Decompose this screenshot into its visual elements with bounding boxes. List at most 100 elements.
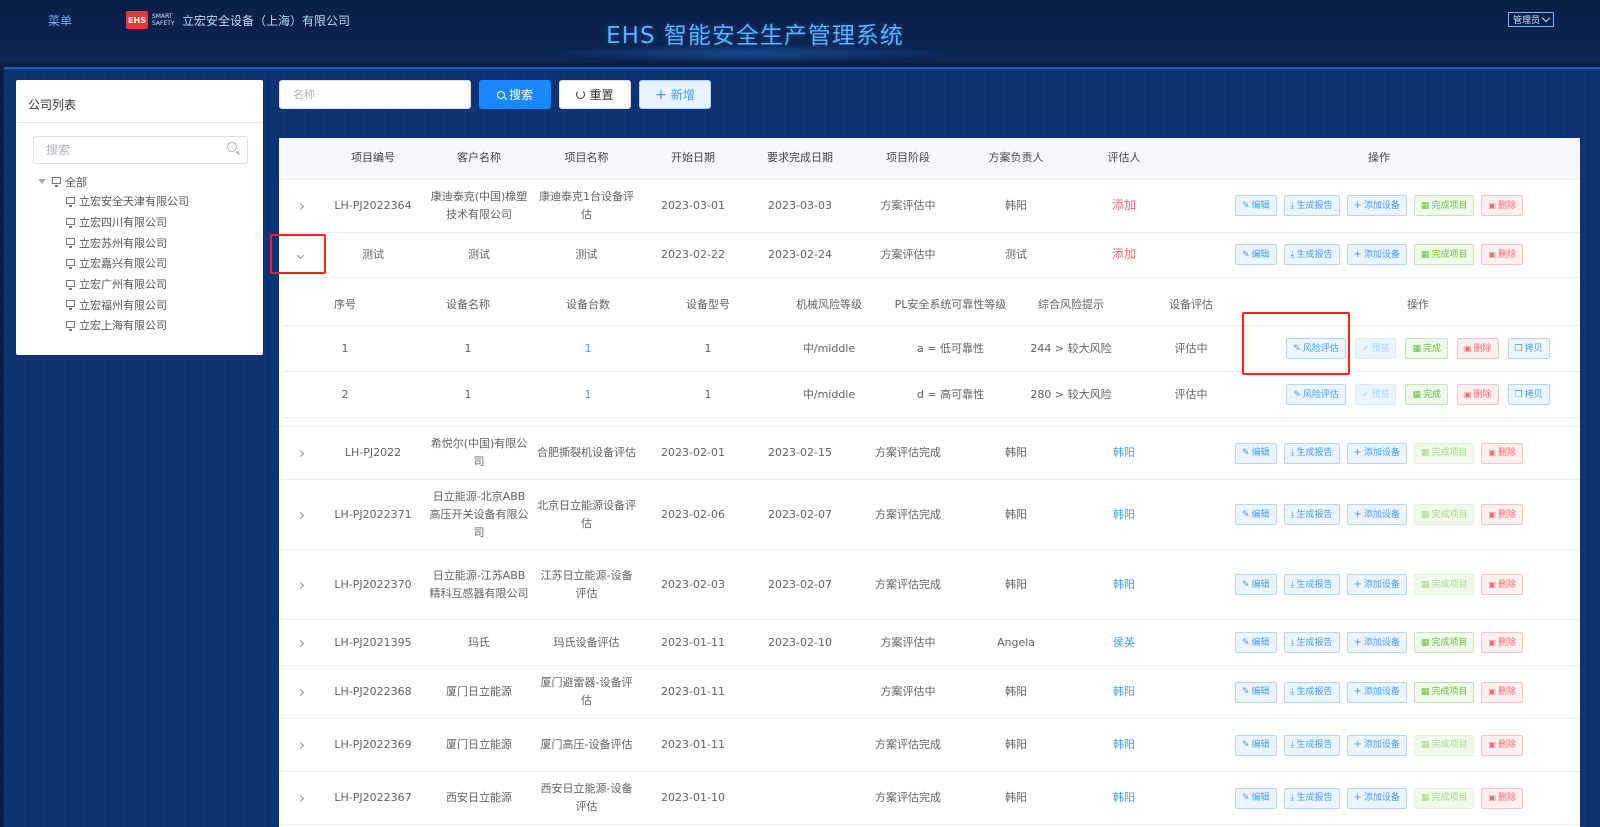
generate-report-button[interactable]: 生成报告 bbox=[1283, 504, 1340, 525]
assessor-link[interactable]: 添加 bbox=[1112, 247, 1136, 261]
device-count-link[interactable]: 1 bbox=[585, 342, 592, 355]
generate-report-button[interactable]: 生成报告 bbox=[1283, 787, 1340, 809]
done-button[interactable]: 完成 bbox=[1405, 338, 1448, 359]
row-expand-toggle[interactable] bbox=[279, 179, 321, 233]
tree-item-company[interactable]: 立宏福州有限公司 bbox=[66, 294, 189, 315]
name-search-input[interactable] bbox=[279, 80, 471, 109]
generate-report-button[interactable]: 生成报告 bbox=[1283, 681, 1340, 703]
edit-button[interactable]: 编辑 bbox=[1234, 734, 1277, 756]
tree-item-company[interactable]: 立宏苏州有限公司 bbox=[66, 232, 189, 253]
tree-item-company[interactable]: 立宏广州有限公司 bbox=[66, 274, 189, 295]
add-device-button[interactable]: 添加设备 bbox=[1346, 681, 1407, 703]
search-button[interactable]: 搜索 bbox=[479, 80, 551, 109]
edit-button[interactable]: 编辑 bbox=[1234, 681, 1277, 703]
risk-assessment-button[interactable]: 风险评估 bbox=[1286, 384, 1346, 405]
assessor-link[interactable]: 韩阳 bbox=[1113, 508, 1135, 521]
complete-project-button[interactable]: 完成项目 bbox=[1413, 734, 1475, 756]
tree-item-company[interactable]: 立宏上海有限公司 bbox=[66, 315, 189, 336]
copy-button[interactable]: 拷贝 bbox=[1507, 384, 1550, 405]
add-button[interactable]: + 新增 bbox=[639, 80, 711, 109]
add-device-button[interactable]: 添加设备 bbox=[1346, 442, 1407, 464]
edit-button[interactable]: 编辑 bbox=[1234, 244, 1277, 265]
risk-assessment-button[interactable]: 风险评估 bbox=[1286, 338, 1346, 359]
edit-button[interactable]: 编辑 bbox=[1234, 195, 1277, 216]
company-search-input[interactable] bbox=[33, 136, 248, 164]
add-device-button[interactable]: 添加设备 bbox=[1346, 632, 1407, 653]
row-expand-toggle[interactable] bbox=[279, 426, 321, 480]
preview-button[interactable]: 预览 bbox=[1354, 338, 1397, 359]
complete-project-button[interactable]: 完成项目 bbox=[1413, 504, 1475, 525]
row-expand-toggle[interactable] bbox=[279, 665, 321, 719]
edit-button-label: 编辑 bbox=[1251, 637, 1270, 648]
delete-button[interactable]: 删除 bbox=[1481, 632, 1524, 653]
delete-button[interactable]: 删除 bbox=[1481, 442, 1524, 464]
assessor-link[interactable]: 韩阳 bbox=[1113, 578, 1135, 591]
complete-project-button[interactable]: 完成项目 bbox=[1413, 195, 1475, 216]
edit-button[interactable]: 编辑 bbox=[1234, 574, 1277, 595]
delete-button[interactable]: 删除 bbox=[1481, 734, 1524, 756]
tree-item-company[interactable]: 立宏嘉兴有限公司 bbox=[66, 253, 189, 274]
delete-button[interactable]: 删除 bbox=[1481, 574, 1524, 595]
add-device-button[interactable]: 添加设备 bbox=[1346, 504, 1407, 525]
row-expand-toggle[interactable] bbox=[279, 771, 321, 825]
tree-root[interactable]: 全部 bbox=[38, 172, 189, 191]
edit-button[interactable]: 编辑 bbox=[1234, 632, 1277, 653]
done-button[interactable]: 完成 bbox=[1405, 384, 1448, 405]
tree-item-company[interactable]: 立宏安全天津有限公司 bbox=[66, 191, 189, 212]
assessor-link[interactable]: 韩阳 bbox=[1113, 791, 1135, 804]
assessor-link[interactable]: 韩阳 bbox=[1113, 738, 1135, 751]
complete-project-button[interactable]: 完成项目 bbox=[1413, 681, 1475, 703]
complete-project-button[interactable]: 完成项目 bbox=[1413, 632, 1475, 653]
delete-button[interactable]: 删除 bbox=[1481, 787, 1524, 809]
assessor-link[interactable]: 韩阳 bbox=[1113, 446, 1135, 459]
generate-report-button[interactable]: 生成报告 bbox=[1283, 734, 1340, 756]
reset-button[interactable]: 重置 bbox=[559, 80, 631, 109]
grid-icon bbox=[1421, 246, 1430, 264]
edit-icon bbox=[1242, 683, 1250, 701]
search-icon[interactable] bbox=[227, 141, 237, 155]
generate-report-button[interactable]: 生成报告 bbox=[1283, 244, 1340, 265]
row-expand-toggle[interactable] bbox=[279, 479, 321, 550]
complete-project-button[interactable]: 完成项目 bbox=[1413, 244, 1475, 265]
device-count-link[interactable]: 1 bbox=[585, 388, 592, 401]
add-device-button[interactable]: 添加设备 bbox=[1346, 244, 1407, 265]
preview-button[interactable]: 预览 bbox=[1354, 384, 1397, 405]
add-device-button-label: 添加设备 bbox=[1363, 687, 1400, 697]
delete-button[interactable]: 删除 bbox=[1481, 244, 1524, 265]
generate-report-button-label: 生成报告 bbox=[1296, 740, 1333, 750]
edit-button[interactable]: 编辑 bbox=[1234, 787, 1277, 809]
user-menu[interactable]: 管理员 bbox=[1508, 12, 1555, 27]
caret-down-icon[interactable] bbox=[38, 179, 46, 184]
complete-project-button[interactable]: 完成项目 bbox=[1413, 574, 1475, 595]
device-delete-button[interactable]: 删除 bbox=[1456, 338, 1499, 359]
delete-button[interactable]: 删除 bbox=[1481, 681, 1524, 703]
add-device-button[interactable]: 添加设备 bbox=[1346, 734, 1407, 756]
edit-button[interactable]: 编辑 bbox=[1234, 442, 1277, 464]
row-expand-toggle[interactable] bbox=[279, 718, 321, 772]
generate-report-button[interactable]: 生成报告 bbox=[1283, 195, 1340, 216]
add-device-button[interactable]: 添加设备 bbox=[1346, 574, 1407, 595]
add-device-button[interactable]: 添加设备 bbox=[1346, 787, 1407, 809]
complete-project-button[interactable]: 完成项目 bbox=[1413, 442, 1475, 464]
copy-button[interactable]: 拷贝 bbox=[1507, 338, 1550, 359]
cell-due-date: 2023-02-10 bbox=[746, 619, 854, 666]
assessor-link[interactable]: 韩阳 bbox=[1113, 685, 1135, 698]
plus-icon bbox=[1354, 444, 1362, 462]
generate-report-button[interactable]: 生成报告 bbox=[1283, 632, 1340, 653]
assessor-link[interactable]: 侯英 bbox=[1113, 636, 1135, 649]
generate-report-button[interactable]: 生成报告 bbox=[1283, 574, 1340, 595]
delete-button[interactable]: 删除 bbox=[1481, 195, 1524, 216]
row-expand-toggle[interactable] bbox=[279, 232, 321, 278]
edit-button[interactable]: 编辑 bbox=[1234, 504, 1277, 525]
assessor-link[interactable]: 添加 bbox=[1112, 198, 1136, 212]
delete-button[interactable]: 删除 bbox=[1481, 504, 1524, 525]
device-delete-button[interactable]: 删除 bbox=[1456, 384, 1499, 405]
sub-column-header: 设备名称 bbox=[407, 285, 529, 326]
generate-report-button[interactable]: 生成报告 bbox=[1283, 442, 1340, 464]
add-device-button[interactable]: 添加设备 bbox=[1346, 195, 1407, 216]
row-expand-toggle[interactable] bbox=[279, 619, 321, 666]
row-expand-toggle[interactable] bbox=[279, 549, 321, 620]
tree-item-company[interactable]: 立宏四川有限公司 bbox=[66, 212, 189, 233]
complete-project-button[interactable]: 完成项目 bbox=[1413, 787, 1475, 809]
cell-stage: 方案评估完成 bbox=[854, 549, 962, 620]
